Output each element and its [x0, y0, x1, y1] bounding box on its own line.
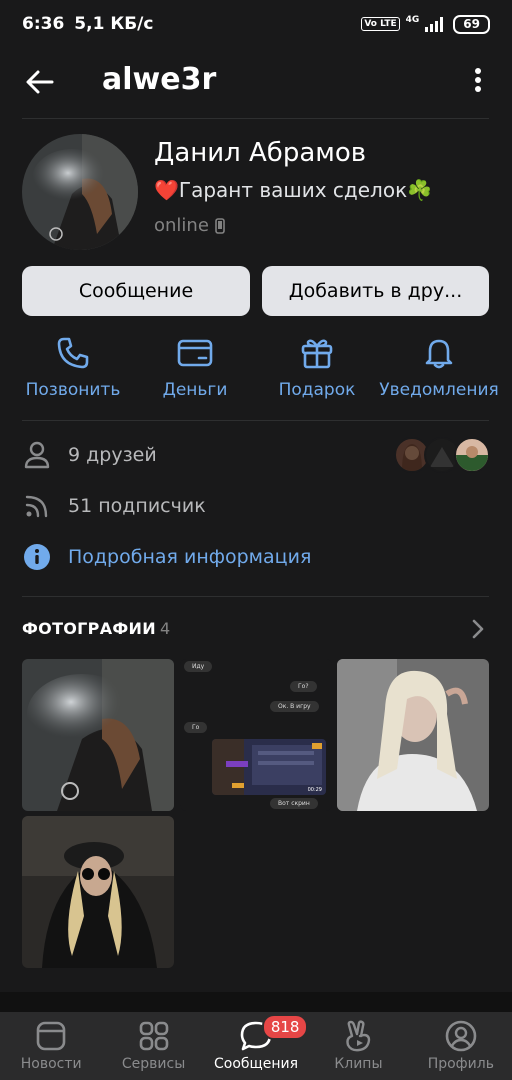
gift-icon: [301, 339, 333, 369]
followers-row[interactable]: 51 подписчик: [22, 491, 206, 521]
chat-bubble: Вот скрин: [270, 798, 318, 809]
status-time: 6:36: [22, 14, 65, 34]
friends-count: 9 друзей: [68, 444, 157, 466]
chat-image: 00:29: [212, 739, 326, 795]
more-vertical-icon: [475, 68, 481, 92]
tab-clips[interactable]: Клипы: [307, 1012, 409, 1080]
back-button[interactable]: [24, 66, 56, 98]
details-row[interactable]: Подробная информация: [22, 542, 311, 572]
notifications-action[interactable]: Уведомления: [379, 336, 499, 400]
info-icon: [24, 544, 50, 570]
signal-icon: [425, 17, 444, 32]
photo-thumbnail[interactable]: [22, 659, 174, 811]
actions-divider: [22, 420, 489, 421]
tab-profile-label: Профиль: [427, 1056, 494, 1072]
profile-icon: [445, 1020, 477, 1052]
chat-bubble: Го: [184, 722, 208, 733]
money-icon: [177, 339, 213, 367]
tab-messages-label: Сообщения: [214, 1056, 299, 1072]
photo-thumbnail[interactable]: [22, 816, 174, 968]
profile-status: ❤️Гарант ваших сделок☘️: [154, 178, 433, 202]
photos-header[interactable]: ФОТОГРАФИИ 4: [22, 619, 170, 638]
rss-icon: [25, 495, 48, 518]
message-button[interactable]: Сообщение: [22, 266, 250, 316]
services-icon: [139, 1021, 168, 1051]
unread-badge: 818: [261, 1014, 309, 1040]
content-end-strip: [0, 992, 512, 1012]
tab-messages[interactable]: Сообщения 818: [205, 1012, 309, 1080]
status-bar: 6:36 5,1 КБ/с Vo LTE 4G 69: [0, 0, 512, 48]
user-icon: [24, 441, 50, 469]
photos-title: ФОТОГРАФИИ: [22, 619, 156, 638]
photo-thumbnail[interactable]: [337, 659, 489, 811]
avatar[interactable]: [22, 134, 138, 250]
bottom-tab-bar: Новости Сервисы Сообщения 818 Клипы Проф…: [0, 1012, 512, 1080]
volte-icon: Vo LTE: [361, 17, 400, 31]
tab-news-label: Новости: [20, 1056, 82, 1072]
network-type: 4G: [405, 15, 420, 25]
tab-clips-label: Клипы: [334, 1056, 383, 1072]
clips-icon: [346, 1020, 371, 1052]
info-divider: [22, 596, 489, 597]
friend-avatars[interactable]: [394, 437, 490, 473]
tab-profile[interactable]: Профиль: [410, 1012, 512, 1080]
money-action[interactable]: Деньги: [135, 336, 255, 400]
phone-icon: [57, 337, 89, 369]
details-link: Подробная информация: [68, 546, 312, 568]
tab-services[interactable]: Сервисы: [102, 1012, 204, 1080]
more-button[interactable]: [466, 64, 490, 96]
online-status: online: [154, 215, 225, 236]
mobile-icon: [215, 217, 225, 234]
money-label: Деньги: [162, 380, 228, 400]
chevron-right-icon[interactable]: [469, 618, 487, 640]
call-label: Позвонить: [25, 380, 121, 400]
back-arrow-icon: [26, 70, 54, 94]
notifications-label: Уведомления: [379, 380, 499, 400]
add-friend-button[interactable]: Добавить в дру...: [262, 266, 489, 316]
gift-action[interactable]: Подарок: [257, 336, 377, 400]
friend-avatar: [454, 437, 490, 473]
tab-services-label: Сервисы: [121, 1056, 186, 1072]
chat-bubble: Ок. В игру: [270, 701, 319, 712]
header-divider: [22, 118, 489, 119]
followers-count: 51 подписчик: [68, 495, 206, 517]
chat-bubble: Иду: [184, 661, 213, 672]
photos-count: 4: [159, 619, 171, 638]
online-label: online: [154, 215, 209, 236]
network-speed: 5,1 КБ/с: [74, 14, 154, 34]
call-action[interactable]: Позвонить: [13, 336, 133, 400]
gift-label: Подарок: [278, 380, 356, 400]
battery-icon: 69: [453, 14, 490, 34]
profile-name: Данил Абрамов: [154, 138, 367, 168]
chat-image-time: 00:29: [307, 787, 322, 793]
page-title: alwe3r: [102, 62, 217, 97]
photo-thumbnail[interactable]: Иду Го? Ок. В игру Го 00:29 Вот скрин: [180, 659, 332, 811]
friends-row[interactable]: 9 друзей: [22, 440, 157, 470]
tab-news[interactable]: Новости: [0, 1012, 102, 1080]
chat-bubble: Го?: [290, 681, 317, 692]
news-icon: [36, 1021, 66, 1051]
bell-icon: [425, 339, 453, 369]
